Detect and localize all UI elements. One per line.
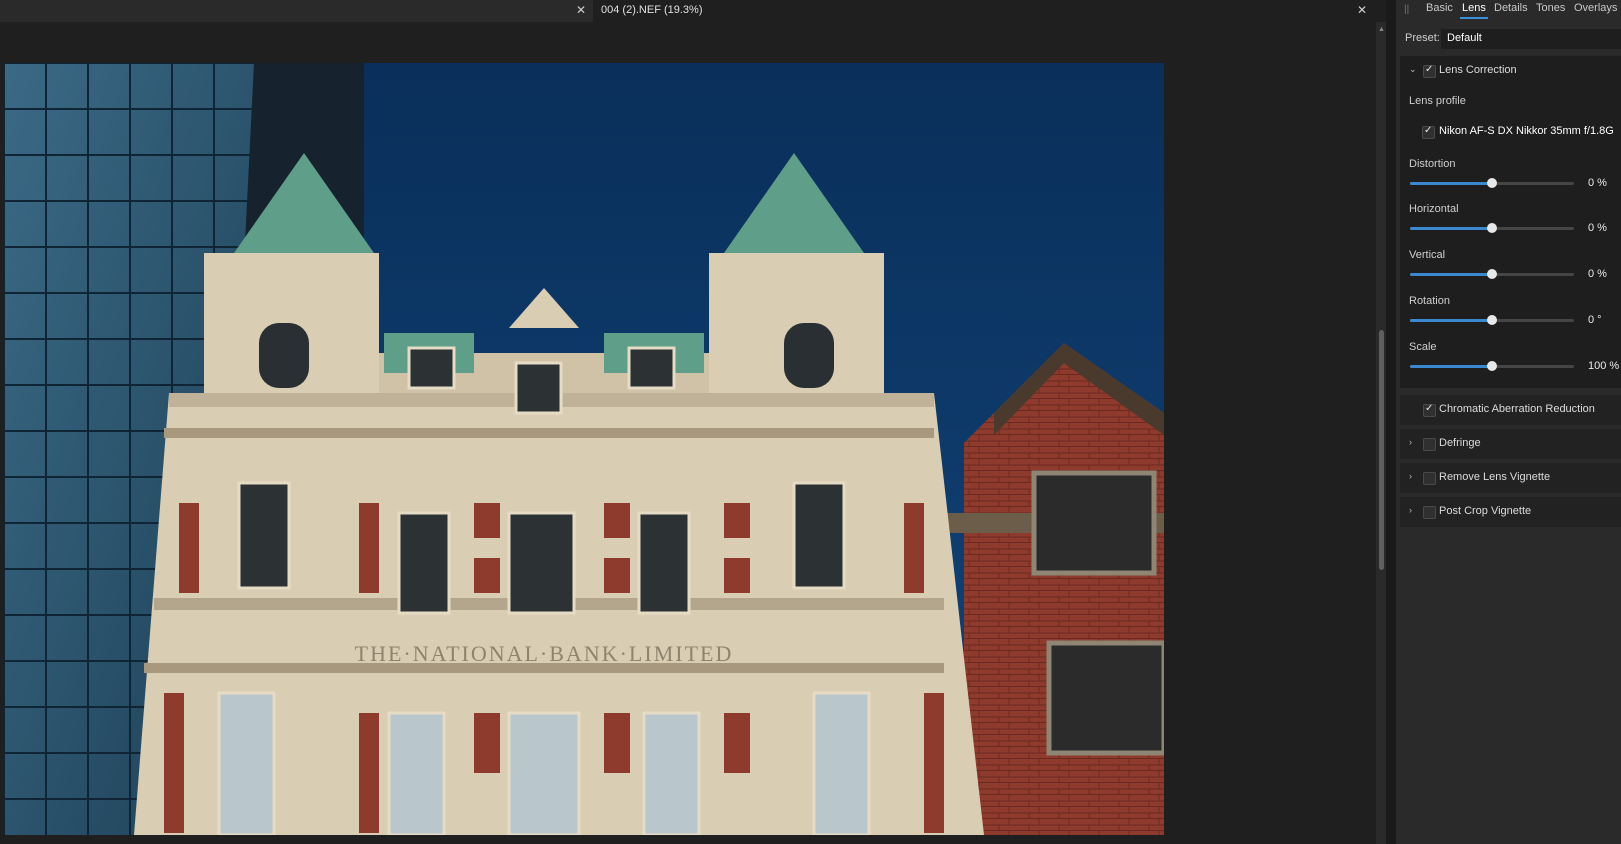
vertical-slider[interactable] <box>1410 267 1574 281</box>
scale-value: 100 % <box>1588 360 1620 372</box>
remove-lens-vignette-checkbox[interactable] <box>1423 472 1436 485</box>
section-title: Remove Lens Vignette <box>1439 471 1551 483</box>
panel-tabs: || Basic Lens Details Tones Overlays <box>1396 0 1621 20</box>
scrollbar-thumb[interactable] <box>1379 330 1384 570</box>
tab-lens[interactable]: Lens <box>1460 2 1488 19</box>
horizontal-label: Horizontal <box>1409 203 1459 215</box>
vertical-label: Vertical <box>1409 249 1446 261</box>
rotation-slider[interactable] <box>1410 313 1574 327</box>
chevron-down-icon[interactable]: ⌄ <box>1409 64 1417 75</box>
lens-correction-checkbox[interactable] <box>1423 64 1436 78</box>
chromatic-aberration-checkbox[interactable] <box>1423 403 1436 417</box>
scale-slider[interactable] <box>1410 359 1574 373</box>
canvas-area[interactable]: THE·NATIONAL·BANK·LIMITED <box>0 22 1376 844</box>
rotation-label: Rotation <box>1409 295 1450 307</box>
distortion-value-field[interactable]: 0 % <box>1582 174 1621 192</box>
vertical-value: 0 % <box>1588 268 1607 280</box>
scale-value-field[interactable]: 100 % <box>1582 357 1621 375</box>
lens-profile-value: Nikon AF-S DX Nikkor 35mm f/1.8G <box>1439 125 1614 137</box>
lens-profile-checkbox[interactable] <box>1422 125 1435 139</box>
tab-tones[interactable]: Tones <box>1534 2 1567 17</box>
remove-lens-vignette-section[interactable]: › Remove Lens Vignette <box>1400 463 1621 493</box>
section-title: Chromatic Aberration Reduction <box>1439 403 1595 415</box>
chromatic-aberration-section[interactable]: Chromatic Aberration Reduction <box>1400 395 1621 425</box>
post-crop-vignette-section[interactable]: › Post Crop Vignette <box>1400 497 1621 527</box>
section-title: Post Crop Vignette <box>1439 505 1532 517</box>
scale-label: Scale <box>1409 341 1437 353</box>
section-title: Defringe <box>1439 437 1481 449</box>
slider-knob[interactable] <box>1487 361 1497 371</box>
tab-basic[interactable]: Basic <box>1424 2 1455 17</box>
slider-knob[interactable] <box>1487 223 1497 233</box>
defringe-section[interactable]: › Defringe <box>1400 429 1621 459</box>
slider-knob[interactable] <box>1487 315 1497 325</box>
canvas-scrollbar[interactable]: ▲ <box>1376 22 1386 844</box>
rotation-value: 0 ° <box>1588 314 1602 326</box>
horizontal-value: 0 % <box>1588 222 1607 234</box>
chevron-right-icon[interactable]: › <box>1409 437 1412 447</box>
tab-close-icon[interactable]: ✕ <box>1357 3 1367 17</box>
tab-overlays[interactable]: Overlays <box>1572 2 1619 17</box>
section-title: Lens Correction <box>1439 64 1517 76</box>
slider-fill <box>1410 227 1492 230</box>
slider-fill <box>1410 319 1492 322</box>
slider-fill <box>1410 182 1492 185</box>
preset-label: Preset: <box>1405 32 1440 44</box>
post-crop-vignette-checkbox[interactable] <box>1423 506 1436 519</box>
lens-profile-label: Lens profile <box>1409 95 1466 107</box>
lens-profile-field[interactable]: Nikon AF-S DX Nikkor 35mm f/1.8G <box>1416 120 1621 144</box>
preset-value: Default <box>1447 32 1482 44</box>
lens-correction-header[interactable]: ⌄ Lens Correction <box>1400 56 1621 86</box>
slider-fill <box>1410 273 1492 276</box>
document-tab-title: 004 (2).NEF (19.3%) <box>601 4 703 16</box>
preset-dropdown[interactable]: Default <box>1441 29 1621 49</box>
slider-knob[interactable] <box>1487 178 1497 188</box>
distortion-slider[interactable] <box>1410 176 1574 190</box>
preset-row: Preset: Default <box>1396 29 1621 49</box>
document-tab-bar: ✕ 004 (2).NEF (19.3%) ✕ <box>0 0 1383 22</box>
chevron-right-icon[interactable]: › <box>1409 471 1412 481</box>
document-tab[interactable]: 004 (2).NEF (19.3%) ✕ <box>593 0 1383 22</box>
horizontal-value-field[interactable]: 0 % <box>1582 219 1621 237</box>
close-icon[interactable]: ✕ <box>576 3 586 17</box>
panel-divider <box>1386 0 1396 844</box>
develop-panel: || Basic Lens Details Tones Overlays Pre… <box>1396 0 1621 844</box>
tab-details[interactable]: Details <box>1492 2 1530 17</box>
vertical-value-field[interactable]: 0 % <box>1582 265 1621 283</box>
photo-engraving: THE·NATIONAL·BANK·LIMITED <box>355 641 734 666</box>
slider-knob[interactable] <box>1487 269 1497 279</box>
defringe-checkbox[interactable] <box>1423 438 1436 451</box>
rotation-value-field[interactable]: 0 ° <box>1582 311 1621 329</box>
grip-icon[interactable]: || <box>1404 4 1409 15</box>
scroll-up-icon[interactable]: ▲ <box>1378 26 1385 33</box>
chevron-right-icon[interactable]: › <box>1409 505 1412 515</box>
photo-preview[interactable]: THE·NATIONAL·BANK·LIMITED <box>4 63 1164 835</box>
slider-fill <box>1410 365 1492 368</box>
horizontal-slider[interactable] <box>1410 221 1574 235</box>
lens-correction-section: ⌄ Lens Correction Lens profile Nikon AF-… <box>1400 56 1621 388</box>
distortion-value: 0 % <box>1588 177 1607 189</box>
distortion-label: Distortion <box>1409 158 1456 170</box>
